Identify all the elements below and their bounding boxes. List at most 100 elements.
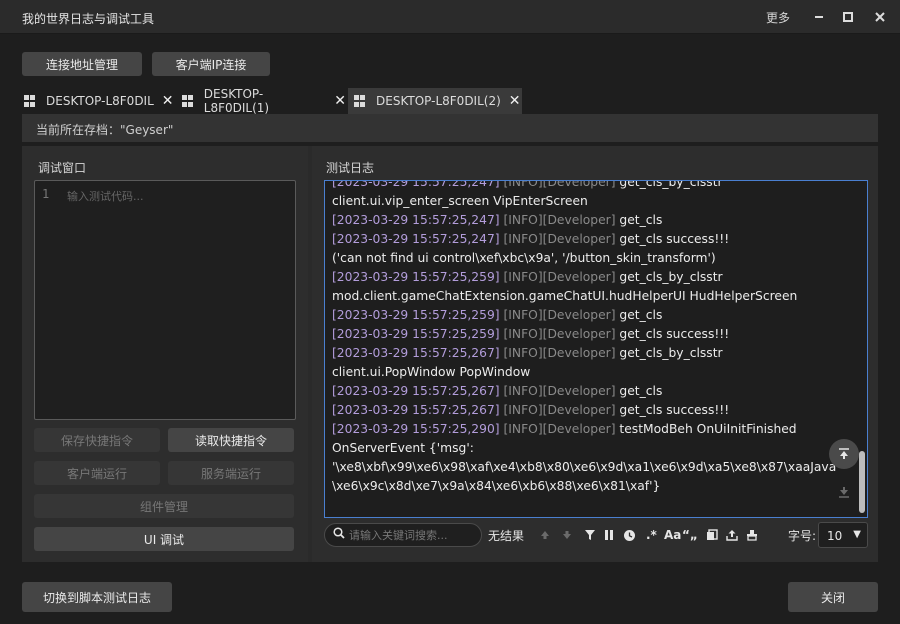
log-message: client.ui.PopWindow PopWindow bbox=[332, 365, 531, 379]
log-scrollbar[interactable] bbox=[859, 451, 865, 513]
tab-desktop-1[interactable]: DESKTOP-L8F0DIL ✕ bbox=[22, 88, 174, 114]
font-size-label: 字号: bbox=[788, 529, 817, 543]
device-tab-bar: DESKTOP-L8F0DIL ✕ DESKTOP-L8F0DIL(1) ✕ D… bbox=[22, 87, 878, 115]
log-timestamp: [2023-03-29 15:57:25,259] bbox=[332, 270, 500, 284]
prev-match-icon[interactable] bbox=[540, 526, 550, 544]
clock-icon[interactable] bbox=[623, 526, 636, 544]
log-timestamp: [2023-03-29 15:57:25,267] bbox=[332, 384, 500, 398]
log-timestamp: [2023-03-29 15:57:25,247] bbox=[332, 213, 500, 227]
next-match-icon[interactable] bbox=[562, 526, 572, 544]
component-manage-button[interactable]: 组件管理 bbox=[34, 494, 294, 518]
test-log-title: 测试日志 bbox=[326, 161, 375, 175]
match-case-icon[interactable]: Aa bbox=[664, 526, 681, 544]
search-result-count: 无结果 bbox=[488, 529, 525, 543]
debug-panel: 调试窗口 1 输入测试代码... 保存快捷指令 读取快捷指令 客户端运行 服务端… bbox=[22, 146, 308, 562]
log-level-tag: [INFO][Developer] bbox=[499, 180, 620, 189]
search-icon bbox=[333, 527, 345, 542]
log-level-tag: [INFO][Developer] bbox=[499, 270, 620, 284]
chevron-down-icon: ▼ bbox=[853, 529, 861, 540]
log-timestamp: [2023-03-29 15:57:25,290] bbox=[332, 422, 500, 436]
more-menu-button[interactable]: 更多 bbox=[766, 9, 790, 26]
maximize-icon[interactable] bbox=[837, 6, 859, 28]
log-line: [2023-03-29 15:57:25,247] [INFO][Develop… bbox=[332, 180, 837, 192]
log-level-tag: [INFO][Developer] bbox=[499, 308, 620, 322]
log-message: OnServerEvent {'msg': bbox=[332, 441, 474, 455]
log-line: [2023-03-29 15:57:25,267] [INFO][Develop… bbox=[332, 401, 837, 420]
tab-label: DESKTOP-L8F0DIL(2) bbox=[376, 94, 501, 108]
log-timestamp: [2023-03-29 15:57:25,267] bbox=[332, 346, 500, 360]
log-message: get_cls bbox=[619, 213, 663, 227]
pause-icon[interactable] bbox=[604, 526, 614, 544]
close-button[interactable]: 关闭 bbox=[788, 582, 878, 612]
log-message: get_cls success!!! bbox=[619, 232, 730, 246]
close-tab-icon[interactable]: ✕ bbox=[334, 93, 346, 109]
main-content: 调试窗口 1 输入测试代码... 保存快捷指令 读取快捷指令 客户端运行 服务端… bbox=[22, 146, 878, 562]
close-window-icon[interactable] bbox=[869, 6, 891, 28]
log-line: [2023-03-29 15:57:25,259] [INFO][Develop… bbox=[332, 268, 837, 287]
log-timestamp: [2023-03-29 15:57:25,259] bbox=[332, 308, 500, 322]
log-line: '\xe8\xbf\x99\xe6\x98\xaf\xe4\xb8\x80\xe… bbox=[332, 458, 837, 496]
log-timestamp: [2023-03-29 15:57:25,247] bbox=[332, 180, 500, 189]
log-line: [2023-03-29 15:57:25,247] [INFO][Develop… bbox=[332, 230, 837, 249]
line-number: 1 bbox=[42, 187, 50, 201]
tab-desktop-3[interactable]: DESKTOP-L8F0DIL(2) ✕ bbox=[348, 88, 522, 114]
regex-icon[interactable]: .* bbox=[646, 526, 657, 544]
windows-icon bbox=[24, 95, 36, 107]
tab-desktop-2[interactable]: DESKTOP-L8F0DIL(1) ✕ bbox=[180, 87, 346, 115]
close-tab-icon[interactable]: ✕ bbox=[162, 93, 174, 109]
log-line: [2023-03-29 15:57:25,247] [INFO][Develop… bbox=[332, 211, 837, 230]
font-size-select[interactable]: 10 ▼ bbox=[818, 522, 868, 548]
code-editor[interactable]: 1 输入测试代码... bbox=[34, 180, 296, 420]
log-line: [2023-03-29 15:57:25,267] [INFO][Develop… bbox=[332, 382, 837, 401]
log-message: get_cls_by_clsstr bbox=[619, 346, 723, 360]
window-title: 我的世界日志与调试工具 bbox=[22, 12, 155, 26]
log-message: get_cls bbox=[619, 308, 663, 322]
log-message: get_cls_by_clsstr bbox=[619, 180, 723, 189]
client-ip-connect-button[interactable]: 客户端IP连接 bbox=[152, 52, 270, 76]
connection-manage-button[interactable]: 连接地址管理 bbox=[22, 52, 142, 76]
switch-log-button[interactable]: 切换到脚本测试日志 bbox=[22, 582, 172, 612]
log-line: client.ui.PopWindow PopWindow bbox=[332, 363, 837, 382]
filter-icon[interactable] bbox=[584, 526, 596, 544]
log-timestamp: [2023-03-29 15:57:25,267] bbox=[332, 403, 500, 417]
log-output[interactable]: [2023-03-29 15:57:25,247] [INFO][Develop… bbox=[324, 180, 868, 518]
editor-placeholder: 输入测试代码... bbox=[67, 190, 144, 203]
title-bar: 我的世界日志与调试工具 更多 bbox=[0, 0, 900, 34]
log-line: ('can not find ui control\xef\xbc\x9a', … bbox=[332, 249, 837, 268]
log-lines: [2023-03-29 15:57:25,247] [INFO][Develop… bbox=[332, 180, 837, 496]
copy-icon[interactable] bbox=[706, 526, 718, 544]
log-message: ('can not find ui control\xef\xbc\x9a', … bbox=[332, 251, 716, 265]
archive-text: 当前所在存档："Geyser" bbox=[36, 123, 174, 137]
search-input[interactable] bbox=[349, 526, 475, 544]
log-message: get_cls_by_clsstr bbox=[619, 270, 723, 284]
log-level-tag: [INFO][Developer] bbox=[499, 213, 620, 227]
server-run-button[interactable]: 服务端运行 bbox=[168, 461, 294, 485]
log-line: client.ui.vip_enter_screen VipEnterScree… bbox=[332, 192, 837, 211]
client-run-button[interactable]: 客户端运行 bbox=[34, 461, 160, 485]
tab-label: DESKTOP-L8F0DIL bbox=[46, 94, 154, 108]
minimize-icon[interactable] bbox=[808, 6, 830, 28]
scroll-to-bottom-icon[interactable] bbox=[829, 477, 859, 507]
save-shortcut-button[interactable]: 保存快捷指令 bbox=[34, 428, 160, 452]
scroll-to-top-icon[interactable] bbox=[829, 439, 859, 469]
font-size-value: 10 bbox=[827, 529, 843, 543]
log-line: [2023-03-29 15:57:25,290] [INFO][Develop… bbox=[332, 420, 837, 439]
log-level-tag: [INFO][Developer] bbox=[499, 422, 620, 436]
log-level-tag: [INFO][Developer] bbox=[499, 232, 620, 246]
log-line: mod.client.gameChatExtension.gameChatUI.… bbox=[332, 287, 837, 306]
close-tab-icon[interactable]: ✕ bbox=[509, 93, 521, 109]
log-message: client.ui.vip_enter_screen VipEnterScree… bbox=[332, 194, 588, 208]
log-message: '\xe8\xbf\x99\xe6\x98\xaf\xe4\xb8\x80\xe… bbox=[332, 460, 837, 493]
log-toolbar: 无结果 .* Aa “„ bbox=[324, 522, 868, 548]
log-message: get_cls bbox=[619, 384, 663, 398]
whole-word-icon[interactable]: “„ bbox=[682, 526, 698, 544]
read-shortcut-button[interactable]: 读取快捷指令 bbox=[168, 428, 294, 452]
log-line: [2023-03-29 15:57:25,267] [INFO][Develop… bbox=[332, 344, 837, 363]
ui-debug-button[interactable]: UI 调试 bbox=[34, 527, 294, 551]
export-icon[interactable] bbox=[726, 526, 738, 544]
log-message: mod.client.gameChatExtension.gameChatUI.… bbox=[332, 289, 798, 303]
windows-icon bbox=[182, 95, 194, 107]
log-timestamp: [2023-03-29 15:57:25,247] bbox=[332, 232, 500, 246]
clear-log-icon[interactable] bbox=[746, 526, 758, 544]
search-box[interactable] bbox=[324, 523, 482, 547]
